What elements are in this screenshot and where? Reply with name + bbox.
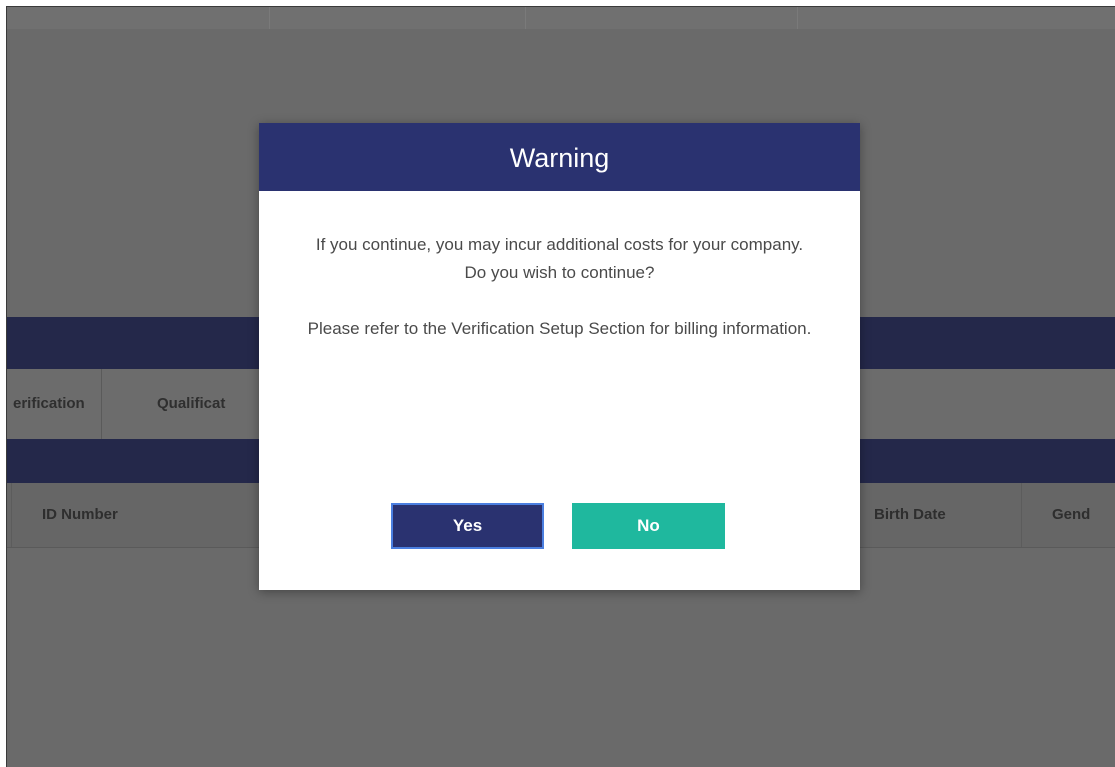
warning-dialog: Warning If you continue, you may incur a… xyxy=(259,123,860,590)
cost-warning-message: If you continue, you may incur additiona… xyxy=(315,235,804,254)
yes-button[interactable]: Yes xyxy=(391,503,544,549)
dialog-actions: Yes No xyxy=(259,503,860,553)
no-button[interactable]: No xyxy=(572,503,725,549)
dialog-title: Warning xyxy=(259,123,860,191)
billing-info-message: Please refer to the Verification Setup S… xyxy=(307,319,812,338)
dialog-body: If you continue, you may incur additiona… xyxy=(259,191,860,343)
app-window: erification Qualificat ID Number Birth D… xyxy=(6,6,1115,767)
continue-question: Do you wish to continue? xyxy=(464,263,655,282)
